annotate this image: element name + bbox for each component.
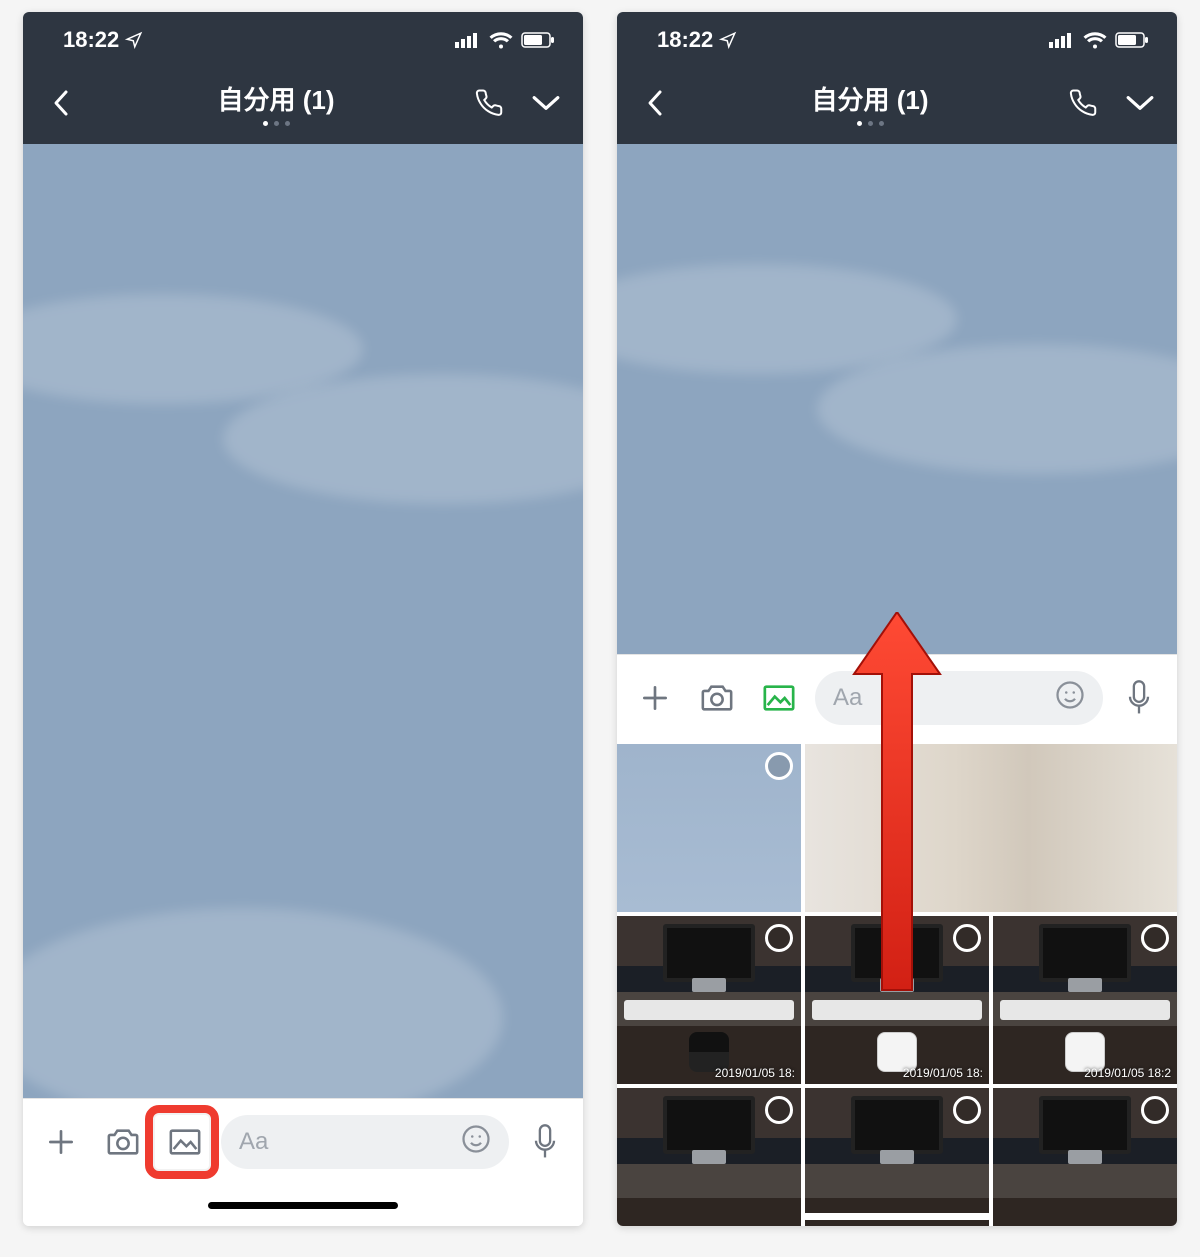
page-dots (857, 121, 884, 126)
cellular-icon (455, 32, 481, 48)
status-time: 18:22 (63, 27, 119, 53)
location-icon (125, 31, 143, 49)
message-placeholder: Aa (833, 684, 1045, 712)
status-bar: 18:22 (23, 12, 583, 68)
add-button[interactable] (35, 1116, 87, 1168)
camera-button[interactable] (97, 1116, 149, 1168)
chat-title: 自分用 (1) (217, 80, 334, 117)
screenshot-right: 18:22 自分用 (1) (617, 12, 1177, 1226)
photo-thumb[interactable] (617, 1088, 801, 1226)
photo-thumb[interactable]: 2019/01/05 18: (805, 916, 989, 1084)
message-input[interactable]: Aa (815, 671, 1103, 725)
wifi-icon (1083, 31, 1107, 49)
call-button[interactable] (467, 80, 513, 126)
chat-header: 自分用 (1) (617, 68, 1177, 144)
battery-icon (521, 32, 555, 48)
chat-header: 自分用 (1) (23, 68, 583, 144)
wifi-icon (489, 31, 513, 49)
gallery-highlight (145, 1105, 219, 1179)
photo-thumb[interactable] (805, 1088, 989, 1226)
call-button[interactable] (1061, 80, 1107, 126)
home-indicator-row (23, 1184, 583, 1226)
input-bar: Aa (617, 654, 1177, 740)
select-circle-icon[interactable] (953, 924, 981, 952)
back-button[interactable] (631, 89, 679, 117)
photo-thumb[interactable]: 2019/01/05 18:2 (993, 916, 1177, 1084)
input-bar: Aa (23, 1098, 583, 1184)
mic-button[interactable] (1113, 672, 1165, 724)
chat-body[interactable] (23, 144, 583, 1098)
cellular-icon (1049, 32, 1075, 48)
photo-thumb[interactable] (805, 744, 1177, 912)
battery-icon (1115, 32, 1149, 48)
message-placeholder: Aa (239, 1128, 451, 1156)
message-input[interactable]: Aa (221, 1115, 509, 1169)
chat-body[interactable] (617, 144, 1177, 654)
select-circle-icon[interactable] (1141, 1096, 1169, 1124)
photo-thumb[interactable] (617, 744, 801, 912)
camera-button[interactable] (691, 672, 743, 724)
photo-thumb[interactable] (993, 1088, 1177, 1226)
gallery-button-active[interactable] (753, 672, 805, 724)
add-button[interactable] (629, 672, 681, 724)
location-icon (719, 31, 737, 49)
photo-thumb[interactable]: 2019/01/05 18: (617, 916, 801, 1084)
photo-timestamp: 2019/01/05 18: (715, 1066, 795, 1080)
select-circle-icon[interactable] (1141, 924, 1169, 952)
emoji-icon[interactable] (1055, 680, 1085, 715)
emoji-icon[interactable] (461, 1124, 491, 1159)
home-indicator[interactable] (208, 1202, 398, 1209)
status-bar: 18:22 (617, 12, 1177, 68)
status-time: 18:22 (657, 27, 713, 53)
mic-button[interactable] (519, 1116, 571, 1168)
select-circle-icon[interactable] (953, 1096, 981, 1124)
photo-timestamp: 2019/01/05 18: (903, 1066, 983, 1080)
screenshot-left: 18:22 自分用 (1) (23, 12, 583, 1226)
back-button[interactable] (37, 89, 85, 117)
select-circle-icon[interactable] (765, 924, 793, 952)
select-circle-icon[interactable] (765, 1096, 793, 1124)
menu-chevron-button[interactable] (523, 80, 569, 126)
home-indicator[interactable] (802, 1213, 992, 1220)
menu-chevron-button[interactable] (1117, 80, 1163, 126)
chat-title: 自分用 (1) (811, 80, 928, 117)
page-dots (263, 121, 290, 126)
photo-picker[interactable]: 2019/01/05 18: 2019/01/05 18: 2019/01/05… (617, 740, 1177, 1226)
photo-timestamp: 2019/01/05 18:2 (1084, 1066, 1171, 1080)
select-circle-icon[interactable] (765, 752, 793, 780)
